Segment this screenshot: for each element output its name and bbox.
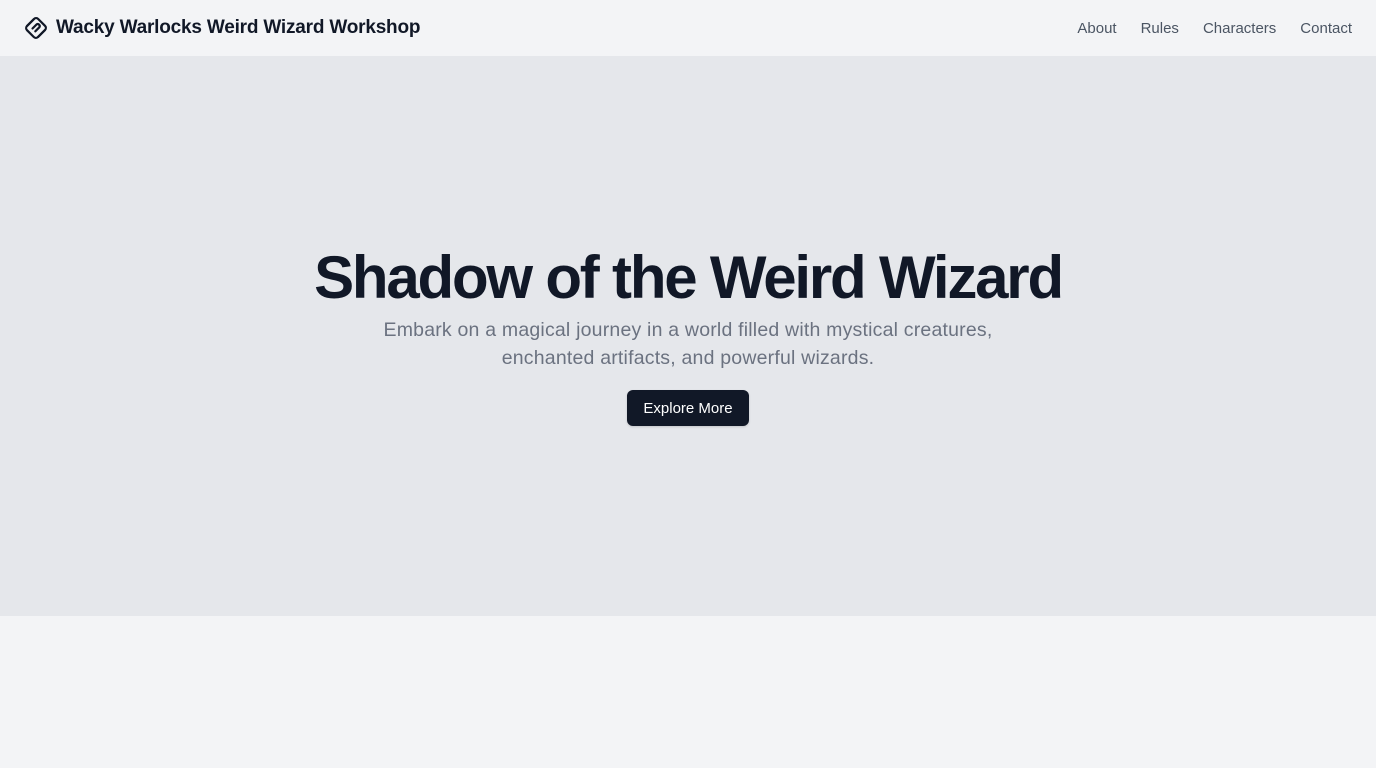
brand-name: Wacky Warlocks Weird Wizard Workshop: [56, 17, 421, 38]
main-nav: About Rules Characters Contact: [1077, 20, 1352, 37]
explore-more-button[interactable]: Explore More: [627, 390, 749, 426]
site-header: Wacky Warlocks Weird Wizard Workshop Abo…: [0, 0, 1376, 56]
hero-section: Shadow of the Weird Wizard Embark on a m…: [0, 56, 1376, 616]
nav-link-characters[interactable]: Characters: [1203, 20, 1276, 37]
hero-title: Shadow of the Weird Wizard: [314, 244, 1064, 311]
brand-link[interactable]: Wacky Warlocks Weird Wizard Workshop: [24, 16, 420, 40]
linked-loop-logo-icon: [24, 16, 48, 40]
nav-link-about[interactable]: About: [1077, 20, 1116, 37]
nav-link-rules[interactable]: Rules: [1141, 20, 1179, 37]
nav-link-contact[interactable]: Contact: [1300, 20, 1352, 37]
hero-subtitle: Embark on a magical journey in a world f…: [383, 319, 993, 369]
lower-section: [0, 616, 1376, 768]
